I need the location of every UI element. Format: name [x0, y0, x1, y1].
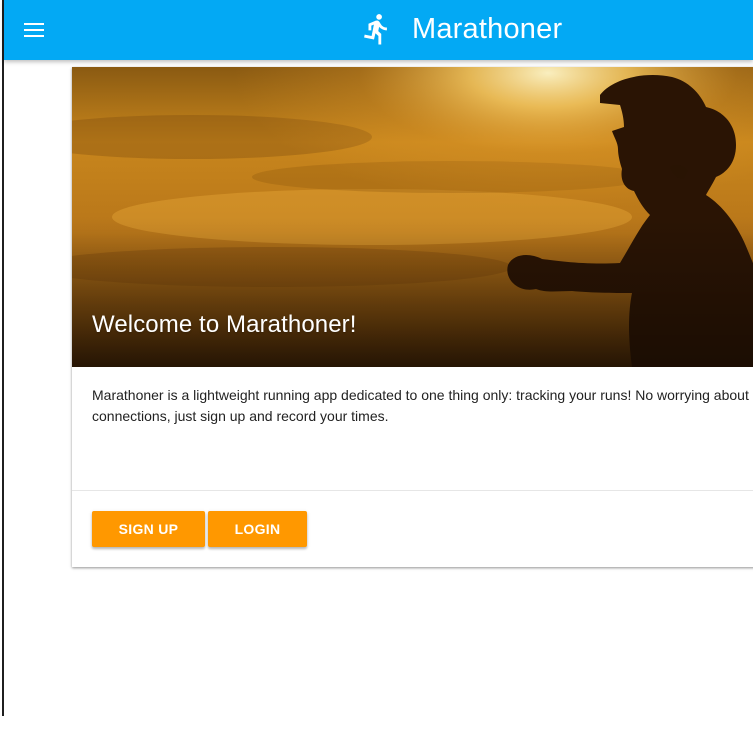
description-line: Marathoner is a lightweight running app … [92, 387, 749, 403]
brand: Marathoner [360, 8, 562, 50]
hamburger-menu-icon[interactable] [24, 23, 44, 37]
menu-button[interactable] [20, 16, 48, 44]
description-line: connections, just sign up and record you… [92, 408, 389, 424]
hero-image: Welcome to Marathoner! [72, 67, 753, 367]
hero-title: Welcome to Marathoner! [92, 311, 357, 338]
app-window: Marathoner Welcome to Marathoner! Marath… [0, 0, 753, 753]
card-actions: SIGN UP LOGIN [92, 511, 307, 547]
app-bar: Marathoner [4, 0, 753, 60]
welcome-card: Welcome to Marathoner! Marathoner is a l… [72, 67, 753, 567]
login-button[interactable]: LOGIN [208, 511, 307, 547]
sign-up-button[interactable]: SIGN UP [92, 511, 205, 547]
card-divider [72, 490, 753, 491]
card-description: Marathoner is a lightweight running app … [92, 385, 753, 427]
running-person-icon [364, 14, 387, 45]
app-title: Marathoner [412, 12, 563, 45]
window-edge [2, 0, 4, 716]
